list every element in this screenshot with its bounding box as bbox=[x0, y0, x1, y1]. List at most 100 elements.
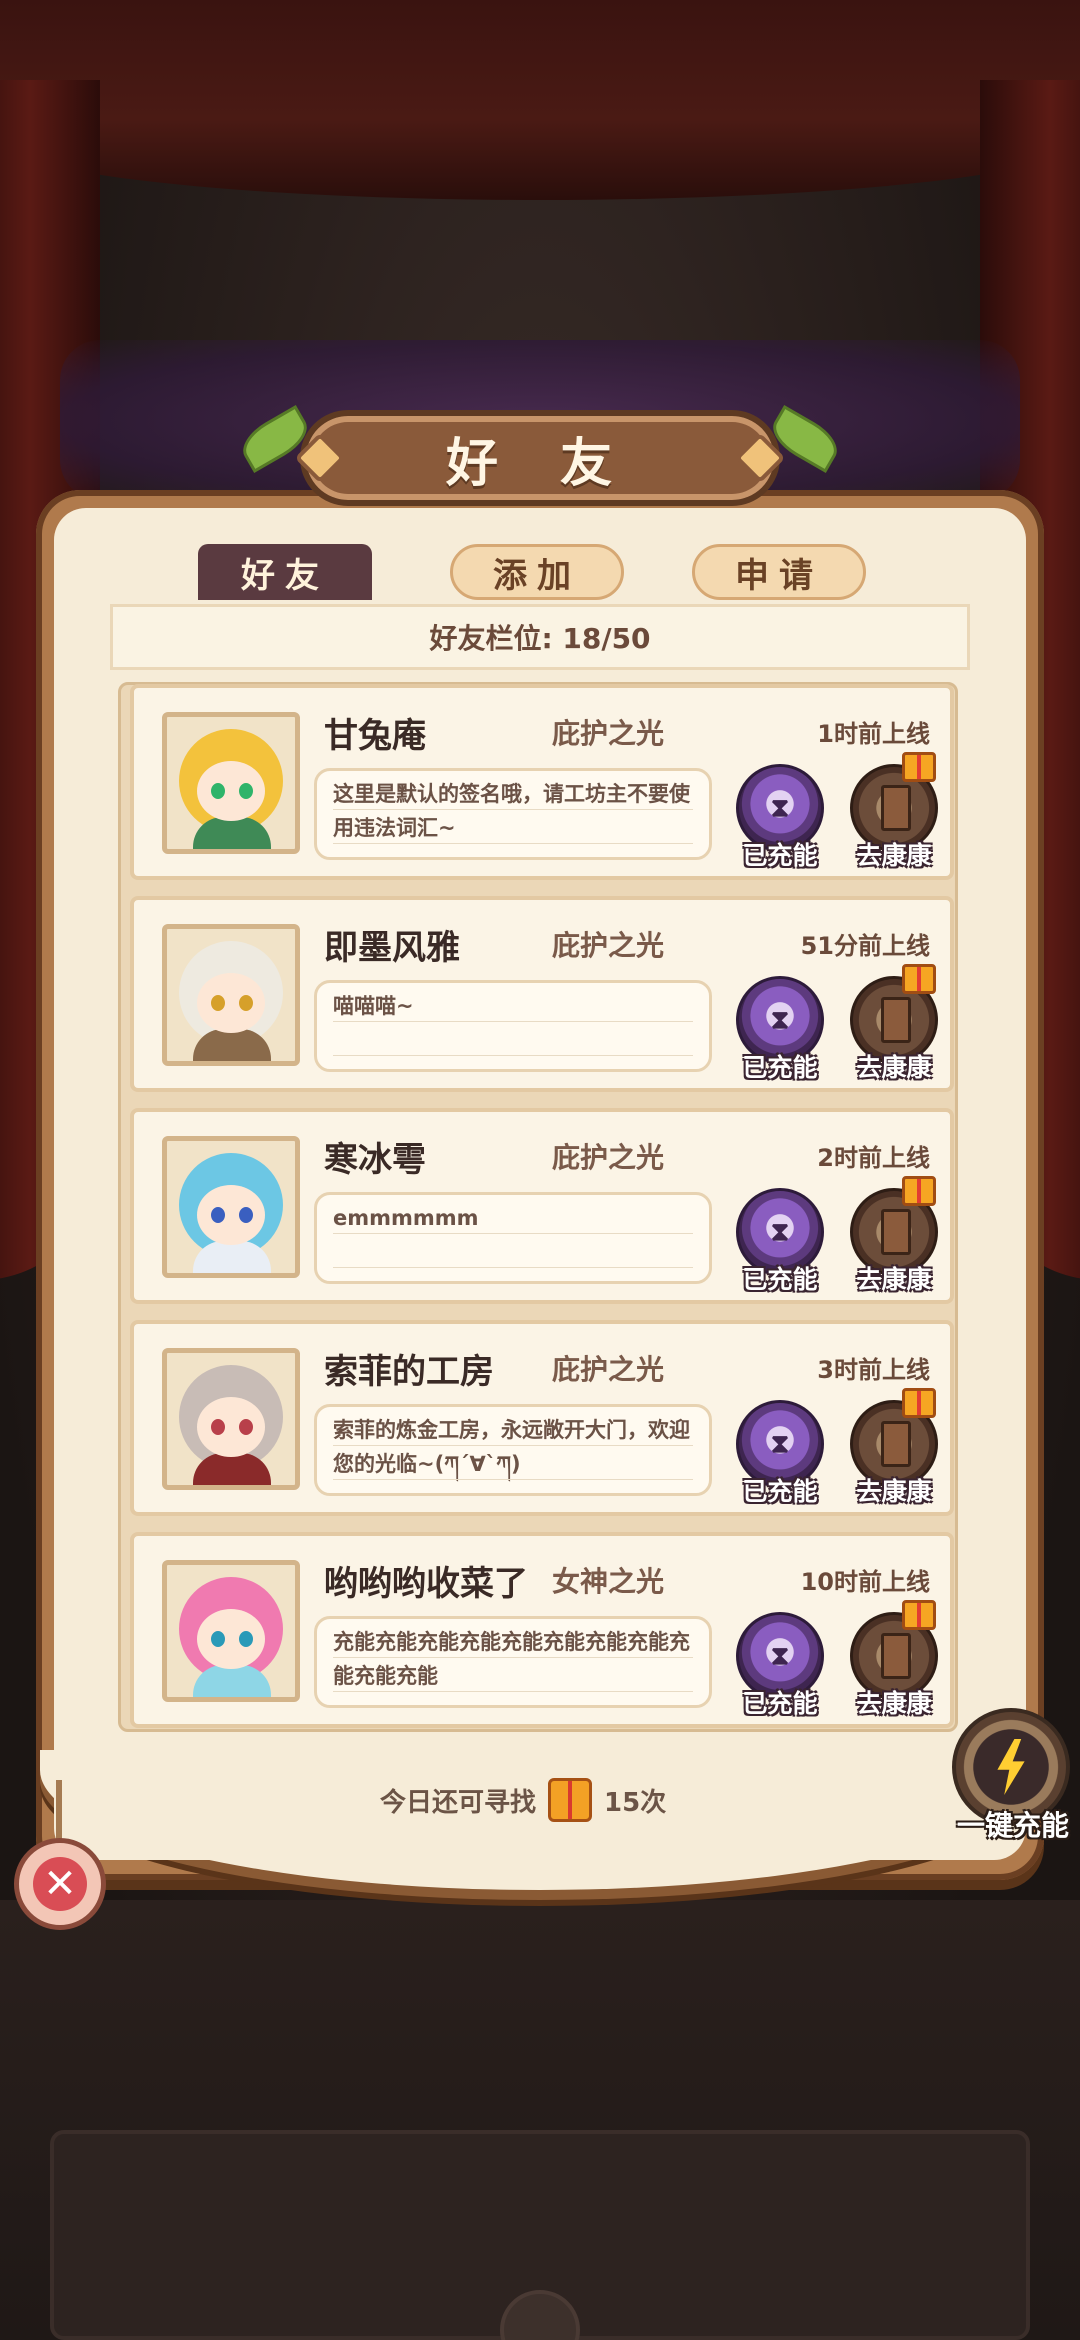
avatar-face bbox=[197, 1397, 265, 1457]
signature-text: 喵喵喵~ bbox=[333, 994, 414, 1018]
door-shape bbox=[881, 785, 911, 831]
signature-text: 索菲的炼金工房，永远敞开大门，欢迎您的光临~(ཀ´∀`ཀ) bbox=[333, 1418, 690, 1476]
bubble-rule bbox=[333, 1055, 693, 1056]
friend-card[interactable]: 甘兔庵 庇护之光 1时前上线 这里是默认的签名哦，请工坊主不要使用违法词汇~ ⧗… bbox=[130, 684, 954, 880]
avatar-eye bbox=[239, 1419, 253, 1435]
bubble-rule bbox=[333, 1691, 693, 1692]
bubble-rule bbox=[333, 1657, 693, 1658]
lightning-icon bbox=[997, 1739, 1025, 1795]
visit-label: 去康康 bbox=[856, 1265, 932, 1294]
charge-all-label: 一键充能 bbox=[956, 1809, 1069, 1842]
friend-name: 哟哟哟收菜了 bbox=[324, 1564, 528, 1604]
friend-name: 寒冰雩 bbox=[324, 1140, 426, 1180]
friend-name: 甘兔庵 bbox=[324, 716, 426, 756]
friend-title: 庇护之光 bbox=[552, 717, 665, 750]
dialog-title-plate: 好 友 bbox=[300, 410, 780, 506]
friend-title: 女神之光 bbox=[552, 1565, 665, 1598]
avatar-eye bbox=[211, 783, 225, 799]
charged-label: 已充能 bbox=[742, 1477, 818, 1506]
charged-button[interactable]: ⧗ 已充能 bbox=[732, 1400, 828, 1506]
avatar-eye bbox=[239, 1207, 253, 1223]
gift-icon bbox=[902, 1600, 936, 1630]
bubble-rule bbox=[333, 1267, 693, 1268]
avatar[interactable] bbox=[162, 1560, 300, 1702]
visit-label: 去康康 bbox=[856, 1053, 932, 1082]
friend-name: 索菲的工房 bbox=[324, 1352, 494, 1392]
gift-icon bbox=[548, 1778, 593, 1822]
visit-label: 去康康 bbox=[856, 1689, 932, 1718]
last-online: 1时前上线 bbox=[817, 720, 930, 748]
charged-label: 已充能 bbox=[742, 1265, 818, 1294]
friend-card[interactable]: 索菲的工房 庇护之光 3时前上线 索菲的炼金工房，永远敞开大门，欢迎您的光临~(… bbox=[130, 1320, 954, 1516]
avatar-face bbox=[197, 761, 265, 821]
avatar-eye bbox=[239, 995, 253, 1011]
charged-label: 已充能 bbox=[742, 1689, 818, 1718]
signature-bubble: 索菲的炼金工房，永远敞开大门，欢迎您的光临~(ཀ´∀`ཀ) bbox=[314, 1404, 712, 1496]
gift-icon bbox=[902, 1388, 936, 1418]
search-count: 15次 bbox=[604, 1787, 667, 1818]
avatar-eye bbox=[239, 1631, 253, 1647]
avatar-body bbox=[193, 1453, 271, 1485]
bubble-rule bbox=[333, 809, 693, 810]
visit-label: 去康康 bbox=[856, 1477, 932, 1506]
avatar-eye bbox=[211, 1419, 225, 1435]
door-shape bbox=[881, 997, 911, 1043]
charged-button[interactable]: ⧗ 已充能 bbox=[732, 1188, 828, 1294]
tab-requests[interactable]: 申请 bbox=[692, 544, 866, 600]
friend-card[interactable]: 寒冰雩 庇护之光 2时前上线 emmmmmm ⧗ 已充能 去康康 bbox=[130, 1108, 954, 1304]
charged-label: 已充能 bbox=[742, 1053, 818, 1082]
visit-label: 去康康 bbox=[856, 841, 932, 870]
charged-button[interactable]: ⧗ 已充能 bbox=[732, 976, 828, 1082]
signature-text: 这里是默认的签名哦，请工坊主不要使用违法词汇~ bbox=[333, 782, 690, 840]
charged-button[interactable]: ⧗ 已充能 bbox=[732, 764, 828, 870]
last-online: 3时前上线 bbox=[817, 1356, 930, 1384]
signature-bubble: 喵喵喵~ bbox=[314, 980, 712, 1072]
gift-icon bbox=[902, 1176, 936, 1206]
last-online: 51分前上线 bbox=[800, 932, 930, 960]
close-icon: ✕ bbox=[33, 1857, 87, 1911]
avatar[interactable] bbox=[162, 1348, 300, 1490]
bubble-rule bbox=[333, 1233, 693, 1234]
avatar-eye bbox=[211, 1631, 225, 1647]
friend-card[interactable]: 即墨风雅 庇护之光 51分前上线 喵喵喵~ ⧗ 已充能 去康康 bbox=[130, 896, 954, 1092]
search-label: 今日还可寻找 bbox=[380, 1787, 537, 1818]
charged-button[interactable]: ⧗ 已充能 bbox=[732, 1612, 828, 1718]
door-shape bbox=[881, 1421, 911, 1467]
dialog-title: 好 友 bbox=[445, 433, 635, 494]
visit-button[interactable]: 去康康 bbox=[846, 964, 942, 1082]
avatar[interactable] bbox=[162, 1136, 300, 1278]
door-shape bbox=[881, 1209, 911, 1255]
avatar[interactable] bbox=[162, 924, 300, 1066]
friend-slot-count: 好友栏位: 18/50 bbox=[110, 604, 970, 670]
curtain-top bbox=[0, 0, 1080, 200]
search-remaining: 今日还可寻找 15次 bbox=[380, 1772, 666, 1828]
avatar[interactable] bbox=[162, 712, 300, 854]
avatar-face bbox=[197, 973, 265, 1033]
signature-bubble: 充能充能充能充能充能充能充能充能充能充能充能 bbox=[314, 1616, 712, 1708]
visit-button[interactable]: 去康康 bbox=[846, 752, 942, 870]
friend-title: 庇护之光 bbox=[552, 1141, 665, 1174]
bubble-rule bbox=[333, 1021, 693, 1022]
bubble-rule bbox=[333, 1479, 693, 1480]
visit-button[interactable]: 去康康 bbox=[846, 1600, 942, 1718]
close-button[interactable]: ✕ bbox=[14, 1838, 106, 1930]
last-online: 2时前上线 bbox=[817, 1144, 930, 1172]
tab-add[interactable]: 添加 bbox=[450, 544, 624, 600]
friend-title: 庇护之光 bbox=[552, 929, 665, 962]
visit-button[interactable]: 去康康 bbox=[846, 1176, 942, 1294]
avatar-eye bbox=[211, 995, 225, 1011]
charged-label: 已充能 bbox=[742, 841, 818, 870]
avatar-eye bbox=[239, 783, 253, 799]
avatar-body bbox=[193, 1029, 271, 1061]
avatar-body bbox=[193, 1665, 271, 1697]
bubble-rule bbox=[333, 843, 693, 844]
bubble-rule bbox=[333, 1445, 693, 1446]
friend-card[interactable]: 哟哟哟收菜了 女神之光 10时前上线 充能充能充能充能充能充能充能充能充能充能充… bbox=[130, 1532, 954, 1728]
tab-friends[interactable]: 好友 bbox=[198, 544, 372, 600]
visit-button[interactable]: 去康康 bbox=[846, 1388, 942, 1506]
avatar-body bbox=[193, 817, 271, 849]
rope bbox=[56, 1780, 62, 1842]
signature-bubble: emmmmmm bbox=[314, 1192, 712, 1284]
friend-name: 即墨风雅 bbox=[324, 928, 460, 968]
door-shape bbox=[881, 1633, 911, 1679]
